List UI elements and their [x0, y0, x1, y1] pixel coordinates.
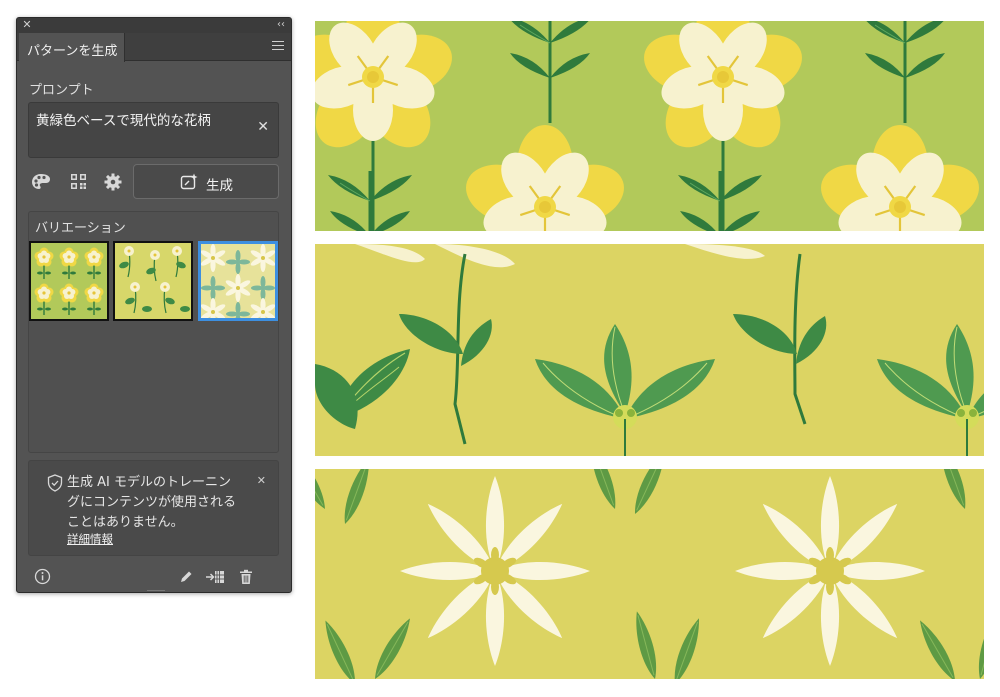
info-icon[interactable]	[34, 568, 51, 585]
generate-pattern-panel: ✕ ‹‹ パターンを生成 プロンプト 黄緑色ベースで現代的な花柄 ✕ 生成 バリ…	[16, 17, 292, 593]
variation-thumbnail-3[interactable]	[198, 241, 278, 321]
tab-label: パターンを生成	[27, 44, 118, 59]
trash-icon[interactable]	[239, 569, 253, 585]
generate-sparkle-icon	[180, 173, 198, 190]
panel-close-icon[interactable]: ✕	[21, 19, 33, 31]
generate-button[interactable]: 生成	[133, 164, 279, 199]
generate-button-label: 生成	[206, 178, 233, 194]
pattern-preview-1	[315, 21, 984, 231]
close-icon[interactable]: ✕	[257, 119, 269, 135]
qr-grid-icon[interactable]	[69, 172, 91, 192]
collapse-icon[interactable]: ‹‹	[277, 18, 285, 32]
tab-bar: パターンを生成	[17, 33, 291, 62]
panel-menu-icon[interactable]	[272, 41, 284, 51]
variations-label: バリエーション	[35, 221, 126, 236]
pattern-preview-3	[315, 469, 984, 679]
panel-resize-handle[interactable]	[147, 590, 165, 592]
gear-icon[interactable]	[103, 172, 125, 192]
variation-thumbnail-2[interactable]	[113, 241, 193, 321]
prompt-input[interactable]: 黄緑色ベースで現代的な花柄 ✕	[28, 102, 279, 158]
notice-line-1: 生成 AI モデルのトレーニン	[67, 475, 231, 490]
pencil-icon[interactable]	[179, 570, 193, 584]
palette-icon[interactable]	[30, 172, 52, 192]
panel-bottom-bar	[17, 562, 291, 592]
notice-line-3: ことはありません。	[67, 515, 184, 530]
shield-check-icon	[47, 474, 63, 492]
prompt-value: 黄緑色ベースで現代的な花柄	[36, 113, 211, 129]
variation-thumbnail-1[interactable]	[29, 241, 109, 321]
panel-titlebar: ✕ ‹‹	[17, 18, 291, 33]
learn-more-link[interactable]: 詳細情報	[67, 531, 113, 547]
notice-close-icon[interactable]: ✕	[257, 474, 266, 487]
notice-line-2: グにコンテンツが使用される	[67, 495, 237, 510]
pattern-preview-2	[315, 244, 984, 456]
tab-generate-pattern[interactable]: パターンを生成	[19, 33, 125, 62]
export-icon[interactable]	[205, 569, 225, 585]
training-notice: 生成 AI モデルのトレーニン グにコンテンツが使用される ことはありません。 …	[28, 460, 279, 556]
prompt-label: プロンプト	[29, 83, 94, 98]
